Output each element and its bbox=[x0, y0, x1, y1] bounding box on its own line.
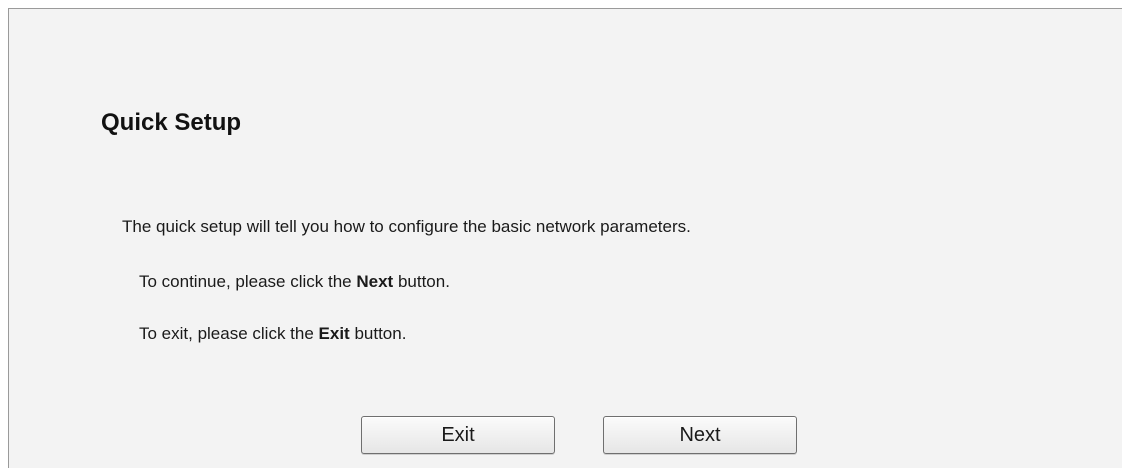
page-title: Quick Setup bbox=[101, 109, 242, 136]
continue-instruction: To continue, please click the Next butto… bbox=[139, 271, 450, 293]
next-button[interactable]: Next bbox=[603, 416, 797, 454]
exit-keyword: Exit bbox=[318, 324, 350, 343]
exit-instruction: To exit, please click the Exit button. bbox=[139, 323, 406, 345]
exit-suffix: button. bbox=[349, 324, 407, 343]
continue-keyword: Next bbox=[356, 272, 394, 291]
quick-setup-panel: Quick Setup The quick setup will tell yo… bbox=[8, 8, 1122, 468]
continue-suffix: button. bbox=[393, 272, 450, 291]
exit-button[interactable]: Exit bbox=[361, 416, 555, 454]
exit-prefix: To exit, please click the bbox=[139, 324, 319, 343]
intro-text: The quick setup will tell you how to con… bbox=[122, 217, 691, 236]
continue-prefix: To continue, please click the bbox=[139, 272, 357, 291]
